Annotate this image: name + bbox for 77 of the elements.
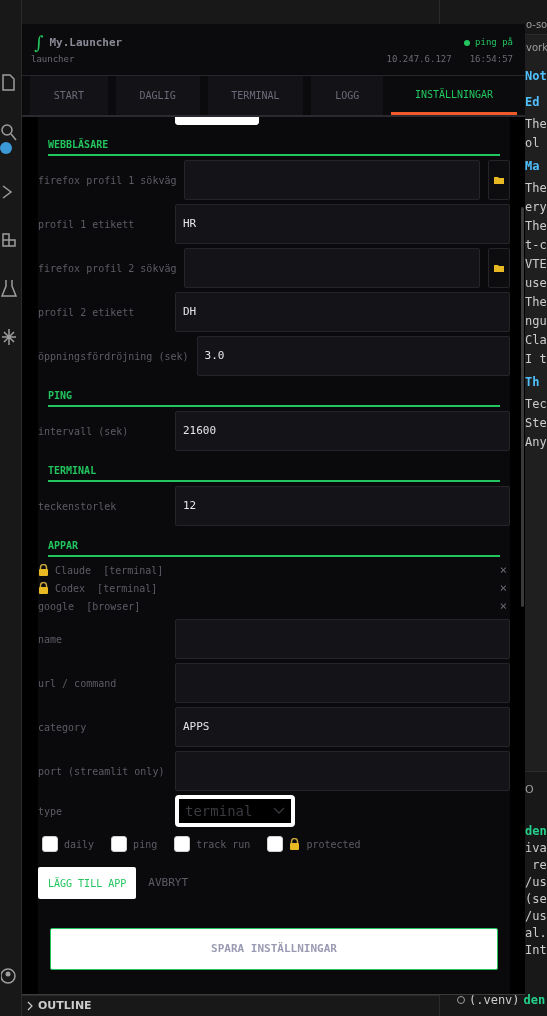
input-field[interactable]: APPS bbox=[175, 707, 510, 747]
tab[interactable]: DAGLIG bbox=[115, 76, 200, 115]
tab[interactable]: LOGG bbox=[311, 76, 384, 115]
section-heading: APPAR bbox=[48, 539, 500, 557]
editor-tab[interactable]: o-so bbox=[526, 17, 547, 32]
checkbox-label: protected bbox=[306, 837, 361, 852]
editor-line: VTE bbox=[525, 256, 547, 273]
clock: 16:54:57 bbox=[469, 53, 513, 65]
terminal-prompt-env: (.venv) bbox=[469, 991, 520, 1009]
outline-header[interactable]: OUTLINE bbox=[38, 997, 92, 1015]
editor-line: ngu bbox=[525, 313, 547, 330]
terminal-line: den bbox=[525, 822, 547, 840]
editor-line: ol bbox=[525, 135, 541, 152]
field-label: url / command bbox=[38, 676, 118, 691]
checkbox-label: ping bbox=[133, 837, 158, 852]
section-heading: WEBBLÄSARE bbox=[48, 138, 500, 156]
remove-button[interactable]: × bbox=[499, 582, 507, 594]
terminal-line: Int bbox=[525, 941, 547, 959]
editor-line: Any bbox=[525, 434, 547, 451]
input-field[interactable]: 3.0 bbox=[196, 336, 510, 376]
markdown-heading: Ma bbox=[525, 158, 541, 175]
editor-line: use bbox=[525, 275, 547, 292]
terminal-line: al. bbox=[525, 924, 547, 942]
logo: ∫ bbox=[34, 33, 44, 53]
remove-button[interactable]: × bbox=[499, 600, 507, 612]
markdown-heading: Th bbox=[525, 374, 541, 391]
checkbox-label: track run bbox=[196, 837, 251, 852]
markdown-heading: Ed bbox=[525, 94, 541, 111]
input-field[interactable]: 12 bbox=[175, 486, 510, 526]
field-label: category bbox=[38, 720, 88, 735]
panel-tab[interactable]: O bbox=[525, 782, 547, 799]
section-heading: PING bbox=[48, 389, 500, 407]
editor-line: The bbox=[525, 294, 547, 311]
ip-address: 10.247.6.127 bbox=[386, 53, 452, 65]
tab[interactable]: TERMINAL bbox=[207, 76, 304, 115]
field-label: öppningsfördröjning (sek) bbox=[38, 349, 189, 364]
remove-button[interactable]: × bbox=[499, 564, 507, 576]
field-label: name bbox=[38, 632, 64, 647]
app-name: Claude bbox=[55, 563, 92, 578]
section-heading: TERMINAL bbox=[48, 464, 500, 482]
terminal-prompt-user: den bbox=[523, 991, 546, 1009]
field-label: firefox profil 2 sökväg bbox=[38, 261, 177, 276]
field-label: teckenstorlek bbox=[38, 499, 118, 514]
app-name: Codex bbox=[55, 581, 86, 596]
app-title: My.Launcher bbox=[49, 34, 123, 51]
field-label: intervall (sek) bbox=[38, 424, 130, 439]
app-type: [terminal] bbox=[103, 563, 164, 578]
editor-line: ery bbox=[525, 199, 547, 216]
markdown-heading: Not bbox=[525, 68, 547, 85]
field-label: type bbox=[38, 804, 64, 819]
terminal-line: iva bbox=[525, 839, 547, 857]
app-type: [browser] bbox=[86, 599, 141, 614]
input-field[interactable]: DH bbox=[175, 292, 510, 332]
checkbox-label: daily bbox=[64, 837, 95, 852]
editor-line: Tec bbox=[525, 396, 547, 413]
terminal-line: (se bbox=[525, 890, 547, 908]
app-name: google bbox=[38, 599, 75, 614]
terminal-line: re bbox=[531, 856, 547, 874]
editor-line: t-c bbox=[525, 237, 547, 254]
input-field[interactable]: HR bbox=[175, 204, 510, 244]
field-label: port (streamlit only) bbox=[38, 764, 166, 779]
tab[interactable]: START bbox=[30, 76, 108, 115]
status-text: ping på bbox=[475, 36, 513, 50]
terminal-line: /us bbox=[525, 907, 547, 925]
editor-line: The bbox=[525, 218, 547, 235]
editor-line: The bbox=[525, 180, 547, 197]
field-label: profil 1 etikett bbox=[38, 217, 136, 232]
input-field[interactable]: 21600 bbox=[175, 411, 510, 451]
app-subtitle: launcher bbox=[31, 53, 76, 65]
editor-line: I t bbox=[525, 351, 547, 368]
editor-line: Cla bbox=[525, 332, 547, 349]
field-label: firefox profil 1 sökväg bbox=[38, 173, 177, 188]
app-type: [terminal] bbox=[97, 581, 158, 596]
editor-line: The bbox=[525, 116, 547, 133]
field-label: profil 2 etikett bbox=[38, 305, 136, 320]
terminal-line: /us bbox=[525, 873, 547, 891]
editor-line: Ste bbox=[525, 415, 547, 432]
